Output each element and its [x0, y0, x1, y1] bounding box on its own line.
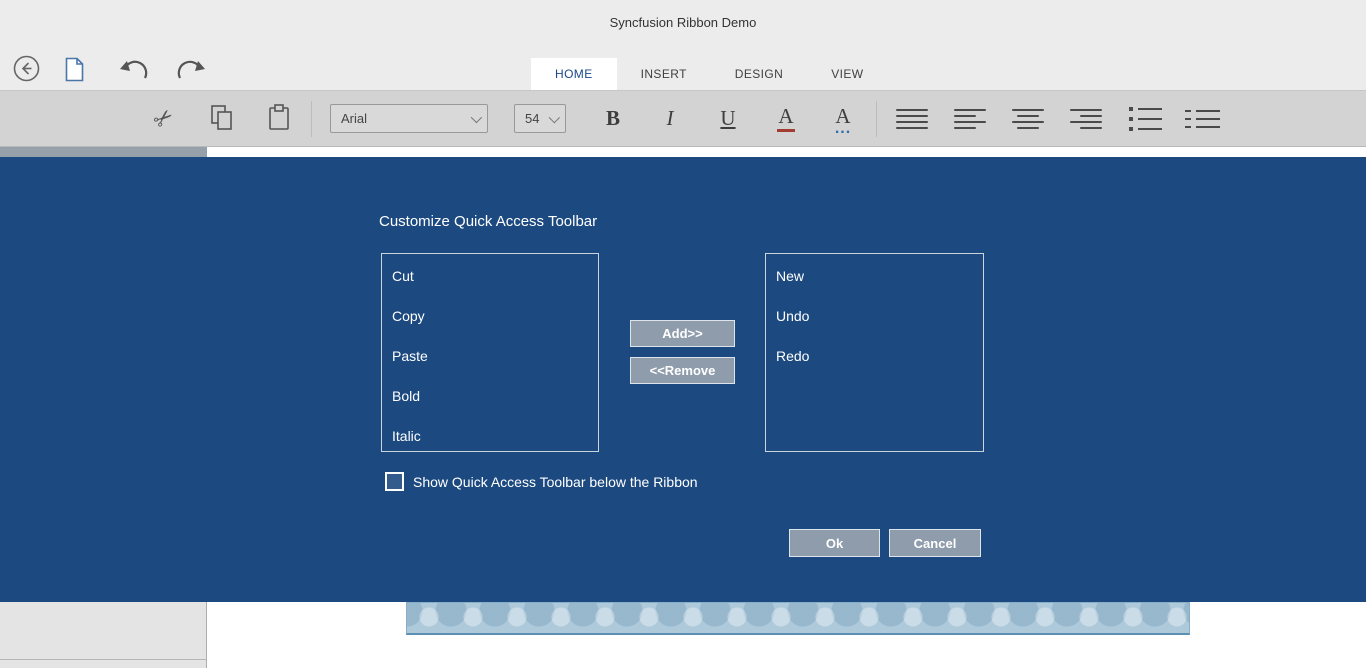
window-title: Syncfusion Ribbon Demo: [610, 15, 757, 30]
tab-insert[interactable]: INSERT: [617, 58, 711, 90]
underline-icon: U: [720, 108, 735, 129]
paste-icon: [268, 104, 290, 134]
list-item[interactable]: Undo: [766, 296, 983, 336]
ribbon-toolbar: ✂ Arial 54: [0, 90, 1366, 147]
list-item[interactable]: New: [766, 256, 983, 296]
tab-home[interactable]: HOME: [531, 58, 617, 90]
bullet-list-button[interactable]: [1127, 91, 1163, 146]
cancel-button[interactable]: Cancel: [889, 529, 981, 557]
tab-insert-label: INSERT: [641, 67, 687, 81]
font-size-value: 54: [525, 111, 539, 126]
ribbon-tabs: HOME INSERT DESIGN VIEW: [531, 58, 888, 90]
selected-commands-listbox[interactable]: NewUndoRedo: [765, 253, 984, 452]
list-item[interactable]: Cut: [382, 256, 598, 296]
titlebar: Syncfusion Ribbon Demo: [0, 0, 1366, 46]
new-document-icon: [64, 70, 85, 85]
tab-view[interactable]: VIEW: [807, 58, 887, 90]
underline-button[interactable]: U: [713, 91, 743, 146]
align-right-button[interactable]: [1069, 91, 1103, 146]
tab-design[interactable]: DESIGN: [711, 58, 807, 90]
align-center-button[interactable]: [1011, 91, 1045, 146]
list-item[interactable]: Paste: [382, 336, 598, 376]
show-qat-checkbox-label: Show Quick Access Toolbar below the Ribb…: [413, 474, 698, 490]
font-color-button[interactable]: A: [770, 91, 802, 146]
back-icon: [13, 70, 40, 85]
list-item[interactable]: Bold: [382, 376, 598, 416]
paste-button[interactable]: [263, 91, 295, 146]
show-qat-checkbox[interactable]: [385, 472, 404, 491]
undo-icon: [118, 71, 150, 86]
list-item[interactable]: Italic: [382, 416, 598, 456]
show-qat-below-row[interactable]: Show Quick Access Toolbar below the Ribb…: [385, 472, 698, 491]
sidebar-top-strip: [0, 147, 207, 157]
align-center-icon: [1012, 109, 1044, 129]
font-color-picker-button[interactable]: A ...: [824, 91, 862, 146]
align-justify-icon: [896, 109, 928, 129]
bold-button[interactable]: B: [598, 91, 628, 146]
ribbon-separator: [876, 101, 877, 137]
italic-button[interactable]: I: [655, 91, 685, 146]
redo-icon: [175, 71, 207, 86]
document-area: [0, 602, 1366, 668]
list-item[interactable]: Redo: [766, 336, 983, 376]
customize-qat-dialog: Customize Quick Access Toolbar CutCopyPa…: [0, 157, 1366, 602]
align-left-button[interactable]: [953, 91, 987, 146]
align-left-icon: [954, 109, 986, 129]
document-top-strip: [207, 147, 1366, 157]
font-color-icon: A: [777, 106, 795, 132]
tab-home-label: HOME: [555, 67, 593, 81]
remove-button[interactable]: <<Remove: [630, 357, 735, 384]
ok-button[interactable]: Ok: [789, 529, 880, 557]
sidebar-divider: [0, 659, 207, 660]
font-size-select[interactable]: 54: [514, 104, 566, 133]
tab-design-label: DESIGN: [735, 67, 783, 81]
chevron-down-icon: [549, 112, 560, 123]
list-item[interactable]: Copy: [382, 296, 598, 336]
italic-icon: I: [667, 108, 674, 129]
ribbon-separator: [311, 101, 312, 137]
add-button[interactable]: Add>>: [630, 320, 735, 347]
sidebar-panel[interactable]: [0, 602, 207, 668]
align-right-icon: [1070, 109, 1102, 129]
undo-button[interactable]: [118, 59, 150, 86]
cut-button[interactable]: ✂: [148, 91, 180, 146]
tab-view-label: VIEW: [831, 67, 863, 81]
redo-button[interactable]: [175, 59, 207, 86]
font-family-value: Arial: [341, 111, 461, 126]
document-banner-graphic: [406, 602, 1190, 635]
numbered-list-icon: [1185, 110, 1220, 128]
quick-access-toolbar: ▾ HOME INSERT DESIGN VIEW: [0, 46, 1366, 90]
chevron-down-icon: [471, 111, 482, 122]
align-justify-button[interactable]: [895, 91, 929, 146]
copy-button[interactable]: [206, 91, 238, 146]
new-document-button[interactable]: [64, 57, 85, 85]
back-button[interactable]: [13, 55, 40, 85]
app-window: Syncfusion Ribbon Demo: [0, 0, 1366, 668]
bold-icon: B: [606, 108, 620, 129]
copy-icon: [210, 104, 234, 134]
dialog-title: Customize Quick Access Toolbar: [379, 213, 597, 230]
available-commands-listbox[interactable]: CutCopyPasteBoldItalic: [381, 253, 599, 452]
scissors-icon: ✂: [148, 102, 180, 135]
numbered-list-button[interactable]: [1184, 91, 1220, 146]
bullet-list-icon: [1129, 107, 1162, 131]
font-family-select[interactable]: Arial: [330, 104, 488, 133]
font-color-picker-icon: A ...: [835, 106, 851, 131]
